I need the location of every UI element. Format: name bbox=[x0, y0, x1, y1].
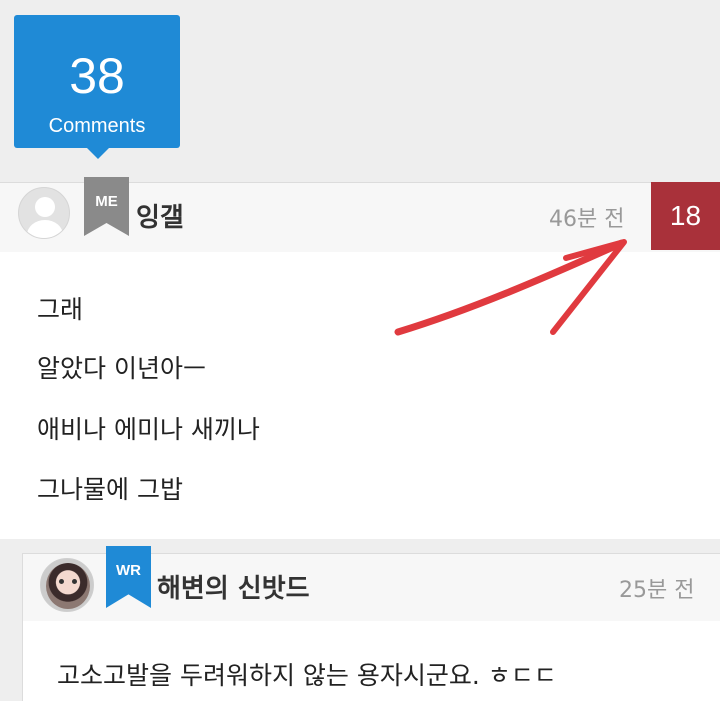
comment-line: 알았다 이년아ㅡ bbox=[37, 354, 206, 383]
comment-line: 애비나 에미나 새끼나 bbox=[37, 415, 260, 444]
comment-count-label: Comments bbox=[48, 115, 146, 137]
comment-line: 그나물에 그밥 bbox=[37, 475, 183, 504]
comment-count: 38 bbox=[69, 48, 125, 104]
reply-line: 고소고발을 두려워하지 않는 용자시군요. ㅎㄷㄷ bbox=[57, 661, 557, 690]
reply-timestamp: 25분 전 bbox=[619, 578, 695, 603]
vote-count-badge[interactable]: 18 bbox=[651, 182, 720, 250]
user-avatar[interactable] bbox=[40, 558, 94, 612]
wr-badge-label: WR bbox=[116, 562, 141, 579]
comment-count-box: 38 Comments bbox=[14, 15, 180, 148]
comment-line: 그래 bbox=[37, 295, 84, 324]
comment-count-pointer bbox=[87, 148, 109, 159]
comment-timestamp: 46분 전 bbox=[549, 207, 625, 232]
reply-author[interactable]: 해변의 신밧드 bbox=[157, 568, 310, 605]
default-avatar-icon[interactable] bbox=[18, 187, 70, 239]
me-badge-label: ME bbox=[95, 193, 118, 210]
comment-author[interactable]: 잉갤 bbox=[136, 197, 184, 234]
